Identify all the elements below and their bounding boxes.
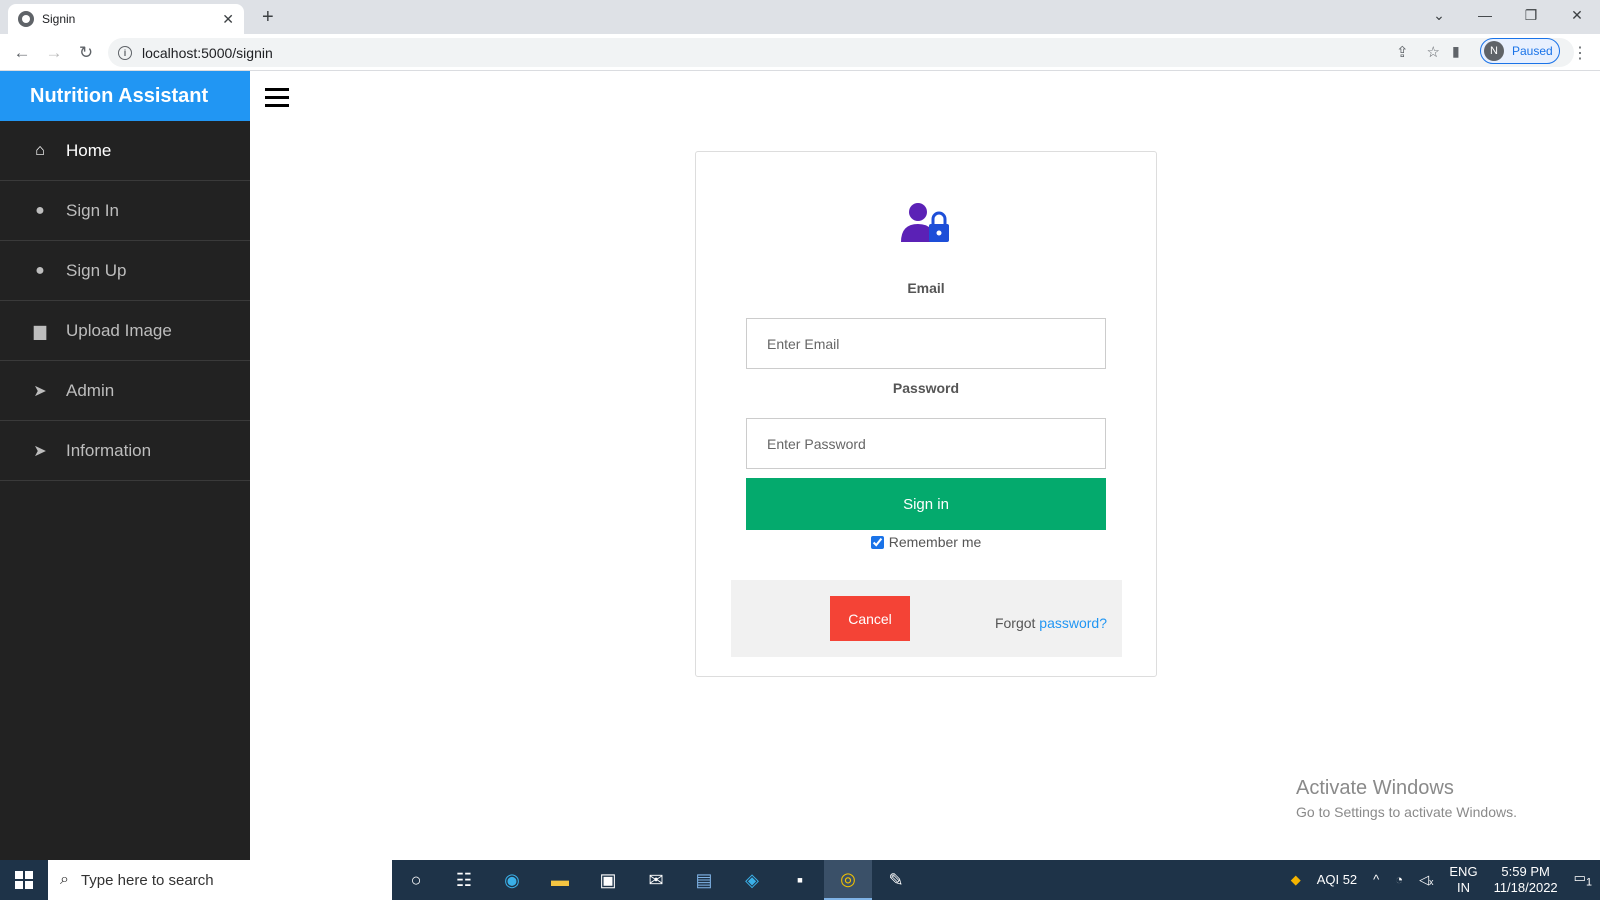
user-lock-icon [901,203,949,242]
paper-plane-icon: ➤ [33,442,47,460]
sidebar-item-home[interactable]: ⌂ Home [0,121,250,181]
forward-icon[interactable]: → [42,41,66,65]
reload-icon[interactable]: ↻ [74,41,98,65]
edge-icon[interactable]: ◉ [488,860,536,900]
remember-me-checkbox[interactable] [870,535,884,549]
region-code: IN [1456,880,1470,895]
url-text: localhost:5000/signin [142,44,273,61]
speaker-mute-icon[interactable]: ◁ₓ [1419,872,1433,888]
user-icon: ● [35,261,45,279]
brand-title[interactable]: Nutrition Assistant [0,71,250,121]
hamburger-menu-icon[interactable] [265,88,289,108]
sidebar-item-sign-up[interactable]: ● Sign Up [0,241,250,301]
system-tray: ◆ AQI 52 ^ ◔ ◁ₓ ENG IN 5:59 PM 11/18/202… [1283,860,1600,900]
chevron-up-icon[interactable]: ^ [1373,872,1379,888]
remember-me[interactable]: Remember me [696,534,1156,550]
watermark-subtitle: Go to Settings to activate Windows. [1296,804,1517,820]
sidebar-item-label: Information [66,440,152,460]
minimize-icon[interactable]: — [1462,0,1508,30]
close-tab-icon[interactable]: ✕ [222,11,234,28]
share-icon[interactable]: ⇪ [1396,43,1409,61]
window-controls: ⌄ — ❐ ✕ [1416,0,1600,30]
forgot-text: Forgot [994,615,1036,631]
aqi-text[interactable]: AQI 52 [1317,872,1357,888]
signin-button[interactable]: Sign in [746,478,1106,530]
remote-desktop-icon[interactable]: ▤ [680,860,728,900]
home-icon: ⌂ [35,141,45,159]
notification-icon[interactable]: ▭1 [1574,870,1592,891]
sidebar-item-label: Home [66,140,112,160]
terminal-icon[interactable]: ▪ [776,860,824,900]
notification-count: 1 [1585,876,1592,889]
taskbar-search-placeholder: Type here to search [80,871,214,889]
store-icon[interactable]: ▣ [584,860,632,900]
weather-icon[interactable]: ◆ [1291,872,1301,888]
profile-button[interactable]: N Paused [1480,38,1560,64]
sidebar-item-sign-in[interactable]: ● Sign In [0,181,250,241]
back-icon[interactable]: ← [10,41,34,65]
tab-search-icon[interactable]: ⌄ [1416,0,1462,30]
password-label: Password [892,380,960,396]
restore-icon[interactable]: ❐ [1508,0,1554,30]
file-explorer-icon[interactable]: ▬ [536,860,584,900]
close-window-icon[interactable]: ✕ [1554,0,1600,30]
address-bar[interactable]: i localhost:5000/signin [108,38,1574,67]
email-field[interactable] [746,318,1106,369]
taskbar-search-input[interactable]: ⌕ Type here to search [48,860,392,900]
browser-tabbar: Signin ✕ + ⌄ — ❐ ✕ [0,0,1600,34]
search-icon: ⌕ [60,871,69,888]
mail-icon[interactable]: ✉ [632,860,680,900]
taskbar: ⌕ Type here to search ○ ☷ ◉ ▬ ▣ ✉ ▤ ◈ ▪ … [0,860,1600,900]
sidebar-item-admin[interactable]: ➤ Admin [0,361,250,421]
menu-kebab-icon[interactable]: ⋮ [1572,43,1588,63]
activate-windows-watermark: Activate Windows Go to Settings to activ… [1296,777,1517,820]
password-field[interactable] [746,418,1106,469]
sidebar-item-label: Upload Image [66,320,172,340]
language-code: ENG [1449,864,1478,879]
sidebar-item-upload-image[interactable]: ▆ Upload Image [0,301,250,361]
globe-icon [18,11,34,27]
docker-icon[interactable]: ◈ [728,860,776,900]
sidebar: Nutrition Assistant ⌂ Home ● Sign In ● S… [0,71,250,860]
site-info-icon[interactable]: i [118,45,132,60]
windows-start-icon[interactable] [0,860,48,900]
cortana-icon[interactable]: ○ [392,860,440,900]
sidebar-item-information[interactable]: ➤ Information [0,421,250,481]
file-icon: ▆ [33,322,47,340]
clock-date: 11/18/2022 [1493,880,1558,895]
card-footer: Cancel Forgot password? [731,580,1122,657]
avatar: N [1484,41,1504,61]
clock[interactable]: 5:59 PM 11/18/2022 [1494,864,1558,896]
omnibox-actions: ⇪ ☆ [1396,43,1440,61]
sidebar-item-label: Sign In [66,200,119,220]
profile-status: Paused [1512,44,1553,58]
browser-tab[interactable]: Signin ✕ [8,4,244,34]
wifi-icon[interactable]: ◔ [1395,872,1403,888]
sidebar-item-label: Sign Up [66,260,127,280]
task-view-icon[interactable]: ☷ [440,860,488,900]
tab-title: Signin [42,12,76,26]
paint-icon[interactable]: ✎ [872,860,920,900]
cancel-button[interactable]: Cancel [830,596,910,641]
user-icon: ● [35,201,45,219]
paper-plane-icon: ➤ [33,382,47,400]
new-tab-button[interactable]: + [262,6,274,29]
forgot-password: Forgot password? [995,615,1107,631]
watermark-title: Activate Windows [1296,777,1454,799]
remember-me-label: Remember me [888,534,982,550]
browser-toolbar: ← → ↻ i localhost:5000/signin ⇪ ☆ ▮ N Pa… [0,34,1600,71]
sidebar-item-label: Admin [66,380,115,400]
signin-card: Email Password Sign in Remember me Cance… [695,151,1157,677]
clock-time: 5:59 PM [1501,864,1550,879]
side-panel-icon[interactable]: ▮ [1452,43,1460,60]
email-label: Email [907,280,945,296]
language-indicator[interactable]: ENG IN [1449,864,1477,896]
chrome-icon[interactable]: ◎ [824,860,872,900]
forgot-password-link[interactable]: password? [1039,615,1107,631]
bookmark-star-icon[interactable]: ☆ [1427,43,1440,61]
